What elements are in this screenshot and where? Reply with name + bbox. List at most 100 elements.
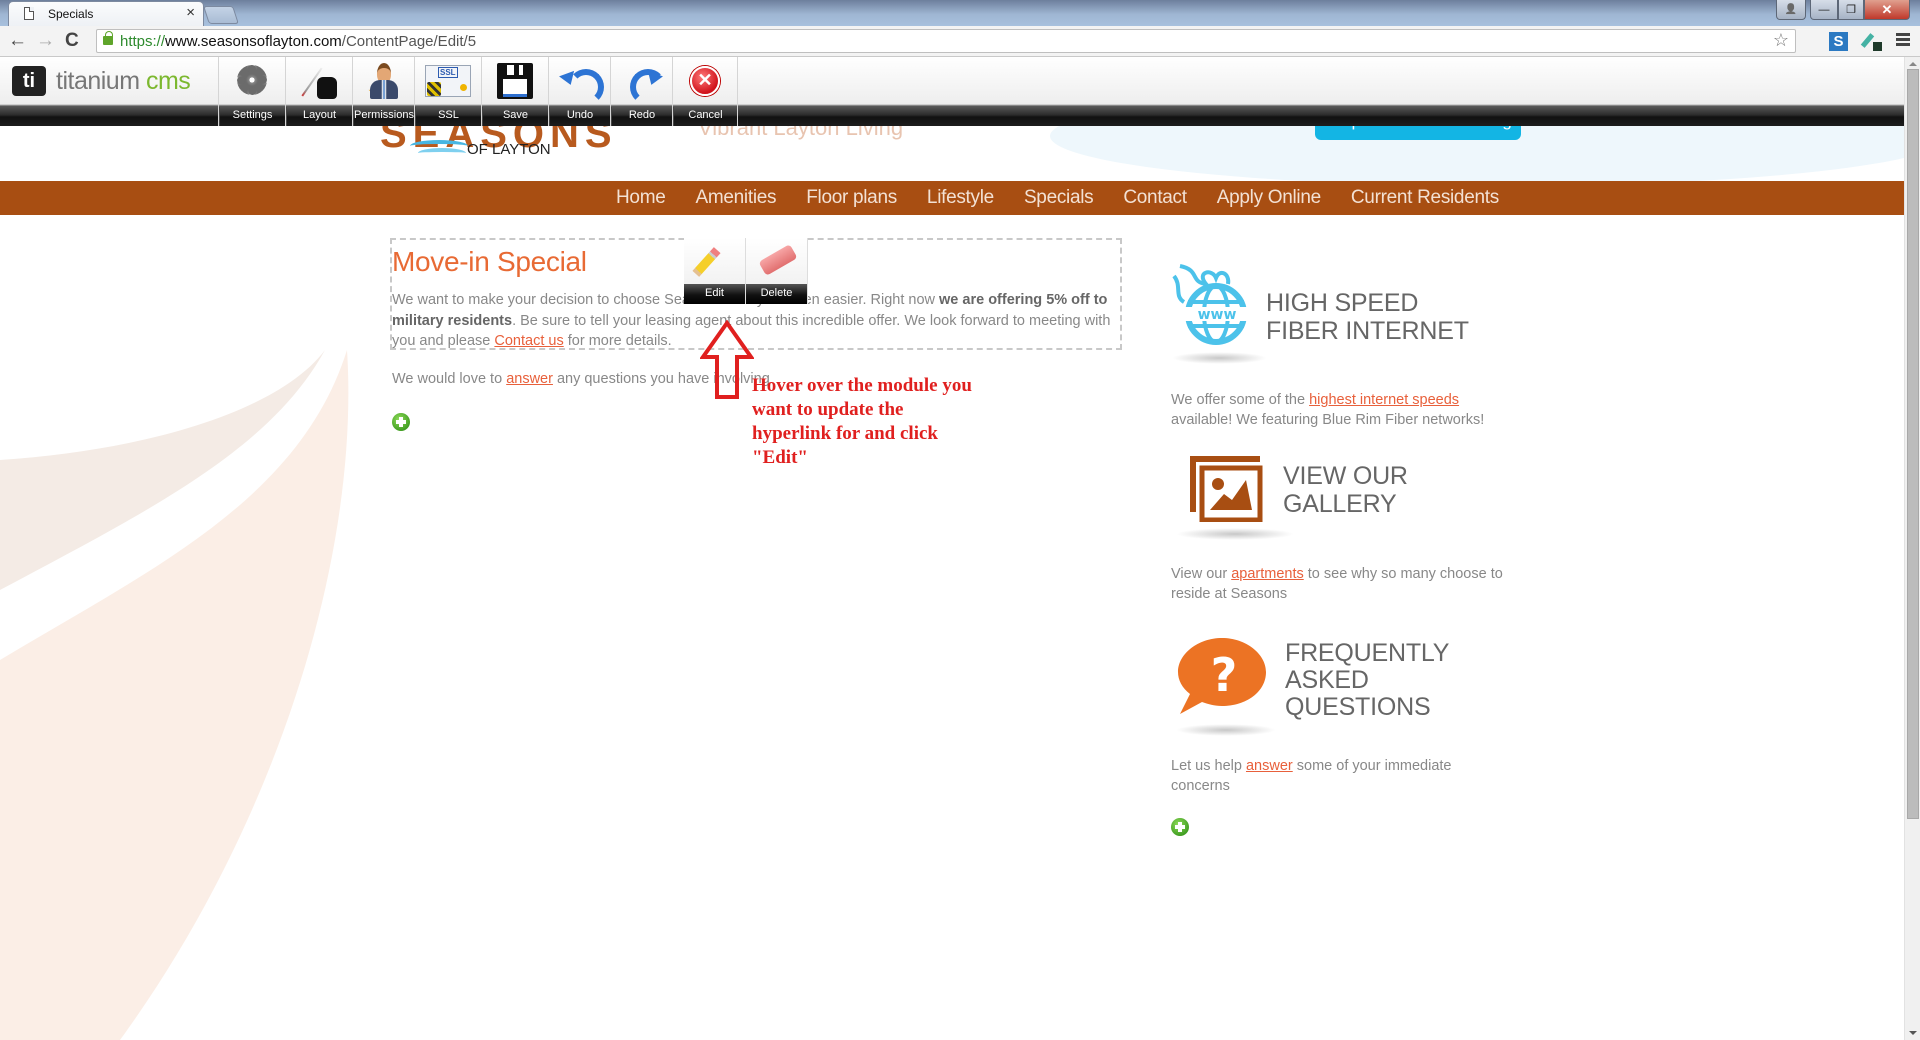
save-button[interactable]: Save: [481, 57, 548, 126]
highest-internet-speeds-link[interactable]: highest internet speeds: [1309, 392, 1459, 408]
inkwell-pen-icon: [301, 63, 337, 99]
add-module-icon[interactable]: [392, 413, 410, 431]
site-navigation: Home Amenities Floor plans Lifestyle Spe…: [0, 181, 1904, 215]
redo-arrow-icon: [624, 63, 666, 105]
cms-logo-mark: ti: [12, 66, 46, 96]
url-path: /ContentPage/Edit/5: [341, 33, 477, 50]
minimize-button[interactable]: —: [1810, 0, 1838, 20]
module-hover-toolbar: Edit Delete: [684, 238, 808, 304]
layout-label: Layout: [286, 107, 352, 126]
browser-menu-icon[interactable]: [1896, 33, 1910, 48]
fiber-internet-text: We offer some of the highest internet sp…: [1171, 392, 1485, 428]
gear-icon: [237, 65, 267, 95]
faq-text: Let us help answer some of your immediat…: [1171, 758, 1452, 794]
add-sidebar-module-icon[interactable]: [1171, 818, 1189, 836]
delete-label: Delete: [746, 284, 807, 304]
request-tour-button[interactable]: Request a Tour & Pricing: [1315, 126, 1521, 140]
close-icon: ✕: [1881, 1, 1893, 17]
delete-module-button[interactable]: Delete: [746, 238, 808, 304]
logo-swoosh: [418, 148, 466, 158]
floppy-disk-icon: [497, 63, 533, 99]
nav-floor-plans[interactable]: Floor plans: [806, 181, 897, 214]
eyedropper-extension-icon[interactable]: [1862, 31, 1882, 51]
permissions-label: Permissions: [353, 107, 414, 126]
scrollbar-thumb[interactable]: [1907, 69, 1919, 819]
nav-amenities[interactable]: Amenities: [695, 181, 776, 214]
settings-button[interactable]: Settings: [218, 57, 285, 126]
user-permissions-icon: ★: [366, 63, 402, 101]
nav-current-residents[interactable]: Current Residents: [1351, 181, 1499, 214]
nav-home[interactable]: Home: [616, 181, 666, 214]
scroll-down-arrow-icon[interactable]: [1909, 1031, 1917, 1035]
nav-lifestyle[interactable]: Lifestyle: [927, 181, 994, 214]
ssl-button[interactable]: SSL: [414, 57, 481, 126]
user-profile-button[interactable]: 👤: [1776, 0, 1806, 20]
undo-label: Undo: [549, 107, 610, 126]
gallery-text: View our apartments to see why so many c…: [1171, 566, 1503, 602]
minimize-icon: —: [1818, 3, 1830, 16]
redo-button[interactable]: Redo: [610, 57, 672, 126]
edit-module-button[interactable]: Edit: [684, 238, 746, 304]
contact-us-link[interactable]: Contact us: [494, 333, 563, 349]
scroll-up-arrow-icon[interactable]: [1909, 62, 1917, 66]
undo-arrow-icon: [562, 63, 604, 105]
svg-text:?: ?: [1211, 648, 1238, 702]
redo-label: Redo: [611, 107, 672, 126]
svg-text:www: www: [1198, 307, 1237, 323]
cancel-x-icon: ✕: [690, 66, 720, 96]
lock-icon: [103, 31, 113, 45]
ssl-certificate-icon: [425, 65, 471, 97]
edit-label: Edit: [684, 284, 745, 304]
annotation-arrow-icon: [700, 320, 754, 399]
background-swoosh-decoration: [0, 350, 349, 1040]
tab-close-icon[interactable]: ×: [186, 4, 195, 21]
www-globe-icon[interactable]: www: [1170, 262, 1256, 348]
layout-button[interactable]: Layout: [285, 57, 352, 126]
new-tab-button[interactable]: [203, 6, 239, 24]
url-scheme: https://: [120, 33, 166, 50]
cancel-button[interactable]: ✕ Cancel: [672, 57, 738, 126]
pencil-icon: [692, 247, 721, 277]
extension-s-icon[interactable]: S: [1829, 32, 1848, 51]
cms-logo-text: titanium cms: [56, 66, 191, 95]
nav-contact[interactable]: Contact: [1123, 181, 1187, 214]
faq-answer-link[interactable]: answer: [1246, 758, 1293, 774]
close-window-button[interactable]: ✕: [1864, 0, 1910, 20]
maximize-button[interactable]: ❐: [1838, 0, 1864, 20]
titanium-cms-logo: ti titanium cms: [12, 66, 191, 96]
browser-tab-specials[interactable]: Specials ×: [8, 1, 204, 26]
undo-button[interactable]: Undo: [548, 57, 610, 126]
gallery-heading[interactable]: VIEW OUR GALLERY: [1283, 462, 1408, 518]
user-icon: 👤: [1784, 4, 1798, 15]
annotation-instruction: Hover over the module you want to update…: [752, 375, 972, 468]
logo-subtitle: OF LAYTON: [467, 141, 551, 158]
tab-title: Specials: [48, 7, 94, 21]
eraser-icon: [758, 244, 798, 276]
apartments-link[interactable]: apartments: [1231, 566, 1304, 582]
reload-button[interactable]: C: [65, 30, 79, 52]
window-controls: 👤 — ❐ ✕: [1776, 0, 1910, 20]
nav-apply-online[interactable]: Apply Online: [1217, 181, 1321, 214]
faq-question-bubble-icon[interactable]: ?: [1176, 636, 1268, 716]
page-scrollbar[interactable]: [1904, 57, 1920, 1040]
fiber-internet-heading[interactable]: HIGH SPEED FIBER INTERNET: [1266, 289, 1469, 345]
address-bar[interactable]: https://www.seasonsoflayton.com/ContentP…: [96, 29, 1796, 53]
nav-specials[interactable]: Specials: [1024, 181, 1094, 214]
url-host: www.seasonsoflayton.com: [165, 33, 342, 50]
back-button[interactable]: ←: [8, 30, 27, 52]
bookmark-star-icon[interactable]: ☆: [1773, 30, 1789, 51]
faq-heading[interactable]: FREQUENTLY ASKED QUESTIONS: [1285, 640, 1449, 721]
gallery-image-icon[interactable]: [1188, 454, 1264, 522]
ssl-label: SSL: [415, 107, 481, 126]
site-tagline: Vibrant Layton Living: [698, 126, 904, 140]
cancel-label: Cancel: [673, 107, 737, 126]
permissions-button[interactable]: ★ Permissions: [352, 57, 414, 126]
cms-toolbar: ti titanium cms Settings Layout ★ Permis…: [0, 57, 1904, 126]
browser-toolbar: ← → C https://www.seasonsoflayton.com/Co…: [0, 26, 1920, 57]
answer-link[interactable]: answer: [506, 371, 553, 387]
url-text[interactable]: https://www.seasonsoflayton.com/ContentP…: [120, 33, 476, 50]
forward-button[interactable]: →: [36, 30, 55, 52]
settings-label: Settings: [219, 107, 285, 126]
save-label: Save: [482, 107, 548, 126]
site-header: SEASONS OF LAYTON Vibrant Layton Living …: [0, 126, 1904, 181]
